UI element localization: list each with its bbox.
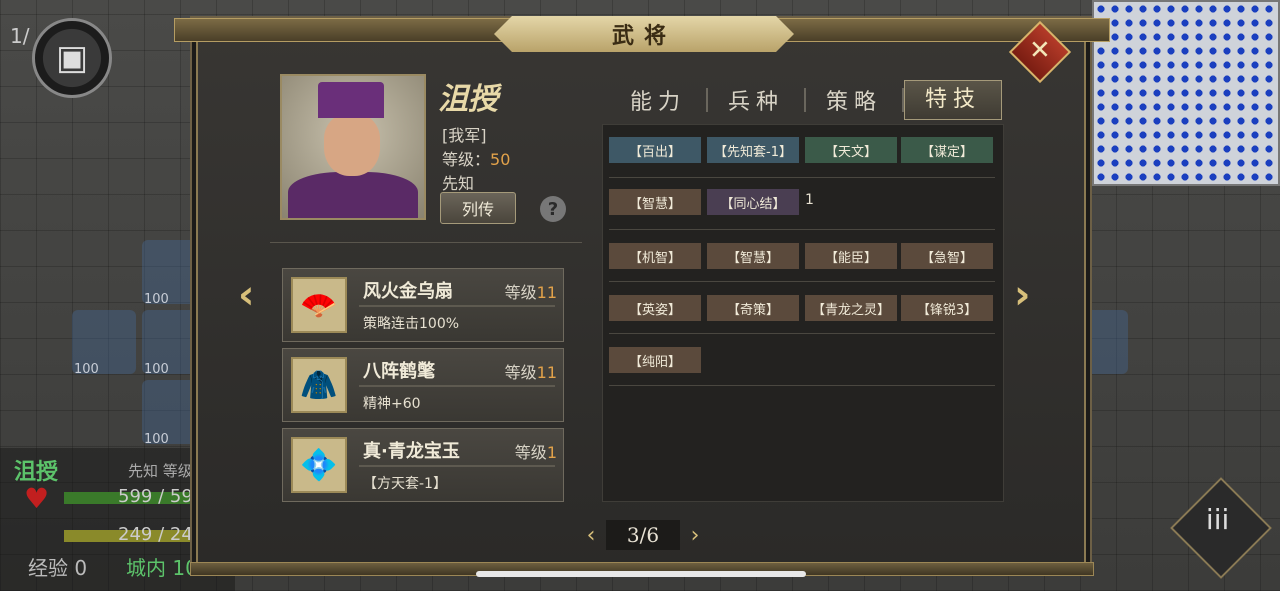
exp-label: 经验 0 xyxy=(28,556,88,580)
equipment-name: 真·青龙宝玉 xyxy=(363,441,460,462)
prev-general-button[interactable]: ‹ xyxy=(238,272,254,318)
main-menu-button[interactable]: ▣ xyxy=(32,18,112,98)
city-label: 城内 10 xyxy=(126,556,198,580)
general-class: 先知 xyxy=(442,174,475,193)
map-tile-value: 100 xyxy=(144,292,169,307)
jade-icon: 💠 xyxy=(291,437,347,493)
level-value: 50 xyxy=(490,150,511,169)
equipment-name: 八阵鹤氅 xyxy=(363,361,435,382)
general-name: 沮授 xyxy=(438,82,498,117)
map-tile-value: 100 xyxy=(144,432,169,447)
skill-chip[interactable]: 【天文】 xyxy=(805,137,897,163)
general-faction: [我军] xyxy=(442,126,487,145)
skill-chip[interactable]: 【奇策】 xyxy=(707,295,799,321)
equipment-desc: 【方天套-1】 xyxy=(363,476,447,492)
general-portrait xyxy=(280,74,426,220)
level-label: 等级： xyxy=(442,150,491,169)
map-counter: 1/ xyxy=(10,24,30,48)
home-indicator[interactable] xyxy=(476,571,806,577)
equipment-desc: 精神+60 xyxy=(363,396,421,412)
next-page-button[interactable]: › xyxy=(680,523,710,548)
dialog-title-plate: 武将 xyxy=(494,16,794,52)
equipment-desc: 策略连击100% xyxy=(363,316,460,332)
skill-chip[interactable]: 【锋锐3】 xyxy=(901,295,993,321)
map-tile-value: 100 xyxy=(144,362,169,377)
cloak-icon: 🧥 xyxy=(291,357,347,413)
divider xyxy=(270,242,582,243)
tab-troops[interactable]: 兵种 xyxy=(708,84,804,116)
skill-chip[interactable]: 【机智】 xyxy=(609,243,701,269)
tab-ability[interactable]: 能力 xyxy=(610,84,706,116)
skill-row: 【机智】 【智慧】 【能臣】 【急智】 xyxy=(609,243,997,273)
equipment-slot[interactable]: 🧥 八阵鹤氅 等级11 精神+60 xyxy=(282,348,564,422)
equipment-name: 风火金乌扇 xyxy=(363,281,453,302)
map-tile-value: 100 xyxy=(74,362,99,377)
equipment-slot[interactable]: 🪭 风火金乌扇 等级11 策略连击100% xyxy=(282,268,564,342)
minimap[interactable] xyxy=(1092,0,1280,186)
heart-icon: ♥ xyxy=(24,482,50,515)
menu-icon: ▣ xyxy=(55,38,89,78)
biography-button[interactable]: 列传 xyxy=(440,192,516,224)
skill-row: 【英姿】 【奇策】 【青龙之灵】 【锋锐3】 xyxy=(609,295,997,325)
skill-chip[interactable]: 【谋定】 xyxy=(901,137,993,163)
tab-strategy[interactable]: 策略 xyxy=(806,84,902,116)
equipment-level: 等级1 xyxy=(514,443,557,462)
pager: ‹ 3/6 › xyxy=(576,520,710,550)
next-general-button[interactable]: › xyxy=(1014,272,1030,318)
skill-chip[interactable]: 【英姿】 xyxy=(609,295,701,321)
fan-icon: 🪭 xyxy=(291,277,347,333)
help-icon[interactable]: ? xyxy=(540,196,566,222)
mp-value: 249 / 249 xyxy=(118,524,205,545)
skill-row: 【纯阳】 xyxy=(609,347,997,377)
skill-count: 1 xyxy=(805,192,814,208)
skill-chip[interactable]: 【青龙之灵】 xyxy=(805,295,897,321)
skill-row: 【智慧】 【同心结】 1 xyxy=(609,189,997,219)
prev-page-button[interactable]: ‹ xyxy=(576,523,606,548)
skill-chip[interactable]: 【先知套-1】 xyxy=(707,137,799,163)
skill-chip[interactable]: 【百出】 xyxy=(609,137,701,163)
close-icon: ✕ xyxy=(1029,35,1051,66)
page-indicator: 3/6 xyxy=(606,520,680,550)
tab-bar: 能力 兵种 策略 特技 xyxy=(610,80,1002,120)
skills-panel: 【百出】 【先知套-1】 【天文】 【谋定】 【智慧】 【同心结】 1 【机智】… xyxy=(602,124,1004,502)
skill-chip[interactable]: 【急智】 xyxy=(901,243,993,269)
dialog-title: 武将 xyxy=(611,23,676,49)
more-icon: iii xyxy=(1205,503,1230,537)
hp-value: 599 / 599 xyxy=(118,486,205,507)
skill-chip[interactable]: 【能臣】 xyxy=(805,243,897,269)
skill-chip[interactable]: 【纯阳】 xyxy=(609,347,701,373)
equipment-slot[interactable]: 💠 真·青龙宝玉 等级1 【方天套-1】 xyxy=(282,428,564,502)
general-level: 等级：50 xyxy=(442,146,510,170)
skill-chip[interactable]: 【智慧】 xyxy=(707,243,799,269)
general-dialog: 武将 ✕ 沮授 [我军] 等级：50 先知 列传 ? ‹ › 🪭 风火金乌扇 等… xyxy=(174,16,1110,576)
skill-chip[interactable]: 【智慧】 xyxy=(609,189,701,215)
tab-skills[interactable]: 特技 xyxy=(904,80,1002,120)
skill-row: 【百出】 【先知套-1】 【天文】 【谋定】 xyxy=(609,137,997,167)
equipment-level: 等级11 xyxy=(504,283,557,302)
skill-chip[interactable]: 【同心结】 xyxy=(707,189,799,215)
equipment-level: 等级11 xyxy=(504,363,557,382)
